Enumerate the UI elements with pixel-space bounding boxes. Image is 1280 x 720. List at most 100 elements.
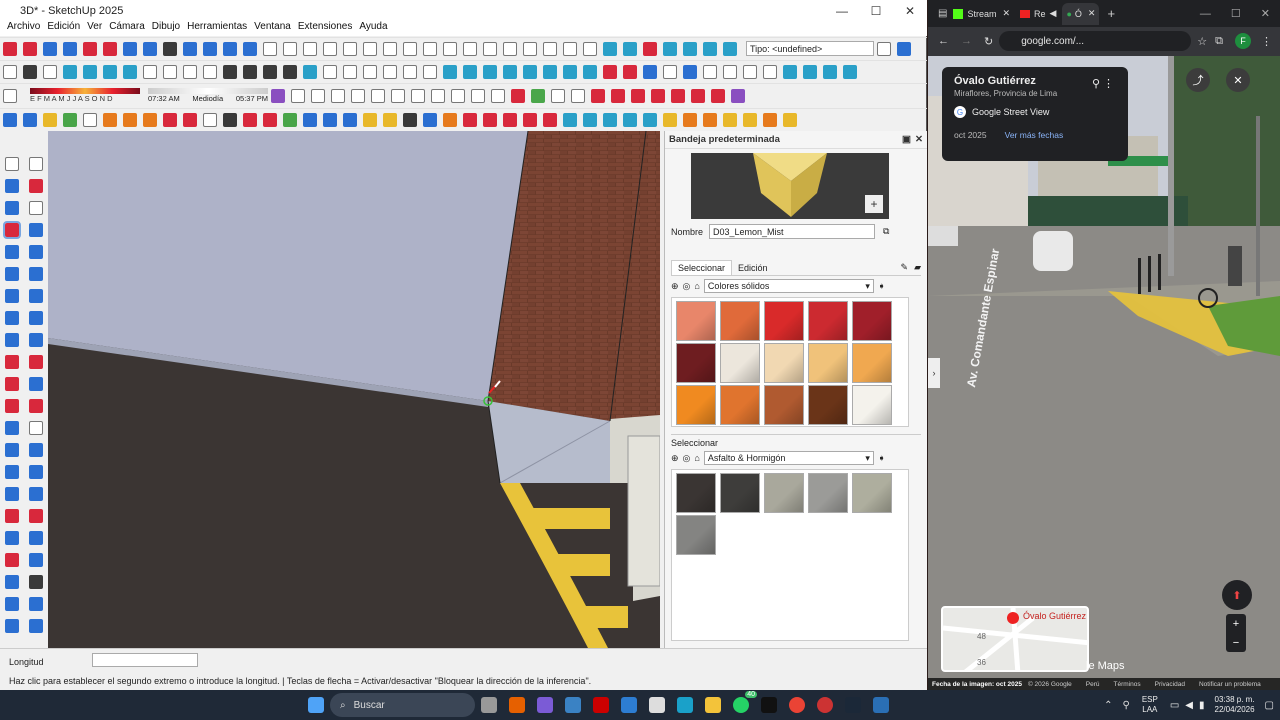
tool-icon[interactable] — [351, 88, 365, 103]
tool-icon[interactable] — [29, 157, 43, 171]
tool-icon[interactable] — [543, 112, 557, 127]
3d-viewport[interactable] — [48, 131, 660, 648]
tool-icon[interactable] — [311, 88, 325, 103]
tool-icon[interactable] — [463, 112, 477, 127]
menu-edicion[interactable]: Edición — [47, 21, 80, 36]
tool-icon[interactable] — [43, 41, 57, 56]
sketchup-icon[interactable] — [873, 697, 889, 713]
tab-maps[interactable]: ● Ó ✕ — [1062, 2, 1100, 25]
tool-icon[interactable] — [343, 64, 357, 79]
pin-icon[interactable]: ▣ — [902, 134, 911, 145]
tool-icon[interactable] — [491, 88, 505, 103]
tool-icon[interactable] — [431, 88, 445, 103]
zoom-out-icon[interactable]: − — [1233, 637, 1239, 649]
tool-icon[interactable] — [723, 41, 737, 56]
compass-icon[interactable]: ⬆ — [1222, 580, 1252, 610]
tool-icon[interactable] — [5, 509, 19, 523]
tool-icon[interactable] — [623, 112, 637, 127]
tool-icon[interactable] — [383, 112, 397, 127]
tool-icon[interactable] — [29, 597, 43, 611]
tool-icon[interactable] — [29, 223, 43, 237]
tool-icon[interactable] — [263, 64, 277, 79]
line-icon[interactable] — [3, 221, 21, 239]
tool-icon[interactable] — [731, 88, 745, 103]
tool-icon[interactable] — [323, 41, 337, 56]
tool-icon[interactable] — [363, 41, 377, 56]
footer-report[interactable]: Notificar un problema — [1199, 681, 1261, 688]
tool-icon[interactable] — [663, 64, 677, 79]
tool-icon[interactable] — [5, 421, 19, 435]
material-swatch[interactable] — [720, 473, 760, 513]
app-icon[interactable] — [537, 697, 553, 713]
material-swatch[interactable] — [852, 385, 892, 425]
tool-icon[interactable] — [603, 64, 617, 79]
tool-icon[interactable] — [703, 41, 717, 56]
menu-extensiones[interactable]: Extensiones — [298, 21, 352, 36]
notifications-icon[interactable]: ▢ — [1265, 700, 1274, 711]
tool-icon[interactable] — [643, 112, 657, 127]
tool-icon[interactable] — [29, 421, 43, 435]
tool-icon[interactable] — [63, 64, 77, 79]
tool-icon[interactable] — [223, 41, 237, 56]
tool-icon[interactable] — [183, 112, 197, 127]
material-swatch[interactable] — [852, 343, 892, 383]
eyedropper-icon[interactable]: ✎ — [901, 262, 909, 273]
tool-icon[interactable] — [443, 41, 457, 56]
taskbar-search[interactable]: ⌕ Buscar — [330, 693, 475, 717]
material-swatch[interactable] — [764, 385, 804, 425]
tool-icon[interactable] — [363, 112, 377, 127]
tool-icon[interactable] — [583, 64, 597, 79]
tool-icon[interactable] — [5, 355, 19, 369]
tool-icon[interactable] — [5, 311, 19, 325]
tool-icon[interactable] — [5, 619, 19, 633]
edge-icon[interactable] — [677, 697, 693, 713]
firefox-icon[interactable] — [509, 697, 525, 713]
tool-icon[interactable] — [511, 88, 525, 103]
tool-icon[interactable] — [3, 64, 17, 79]
tool-icon[interactable] — [443, 112, 457, 127]
create-material-icon[interactable]: + — [865, 195, 883, 213]
tool-icon[interactable] — [29, 487, 43, 501]
copy-icon[interactable]: ⧉ — [883, 226, 889, 237]
zoom-in-icon[interactable]: + — [1233, 618, 1239, 630]
tool-icon[interactable] — [483, 112, 497, 127]
tool-icon[interactable] — [571, 88, 585, 103]
task-view-icon[interactable] — [481, 697, 497, 713]
tool-icon[interactable] — [723, 112, 737, 127]
tool-icon[interactable] — [283, 41, 297, 56]
tool-icon[interactable] — [5, 289, 19, 303]
tool-icon[interactable] — [523, 41, 537, 56]
profile-avatar[interactable]: F — [1235, 33, 1251, 49]
tool-icon[interactable] — [663, 41, 677, 56]
paint-bucket-icon[interactable]: ▰ — [914, 262, 921, 273]
material-swatch[interactable] — [720, 385, 760, 425]
tool-icon[interactable] — [643, 64, 657, 79]
tool-icon[interactable] — [63, 41, 77, 56]
tool-icon[interactable] — [23, 112, 37, 127]
tool-icon[interactable] — [5, 597, 19, 611]
tool-icon[interactable] — [383, 41, 397, 56]
tool-icon[interactable] — [323, 64, 337, 79]
close-icon[interactable]: ✕ — [915, 134, 923, 145]
tool-icon[interactable] — [391, 88, 405, 103]
walk-icon[interactable] — [29, 575, 43, 589]
material-swatch[interactable] — [808, 473, 848, 513]
pin-icon[interactable]: ⚲ — [1092, 77, 1100, 90]
tool-icon[interactable] — [243, 112, 257, 127]
tool-icon[interactable] — [43, 112, 57, 127]
home-icon[interactable]: ⌂ — [694, 281, 699, 291]
menu-icon[interactable]: ⋮ — [1261, 35, 1272, 48]
footer-peru[interactable]: Perú — [1086, 681, 1100, 688]
tool-icon[interactable] — [29, 311, 43, 325]
tool-icon[interactable] — [611, 88, 625, 103]
tool-icon[interactable] — [623, 41, 637, 56]
material-name-input[interactable]: D03_Lemon_Mist — [709, 224, 875, 239]
tool-icon[interactable] — [423, 41, 437, 56]
tool-icon[interactable] — [743, 112, 757, 127]
tool-icon[interactable] — [83, 112, 97, 127]
menu-herramientas[interactable]: Herramientas — [187, 21, 247, 36]
tool-icon[interactable] — [583, 112, 597, 127]
library-select-2[interactable]: Asfalto & Hormigón ▾ — [703, 451, 874, 465]
tool-icon[interactable] — [263, 112, 277, 127]
volume-icon[interactable]: ◀ — [1185, 700, 1193, 711]
